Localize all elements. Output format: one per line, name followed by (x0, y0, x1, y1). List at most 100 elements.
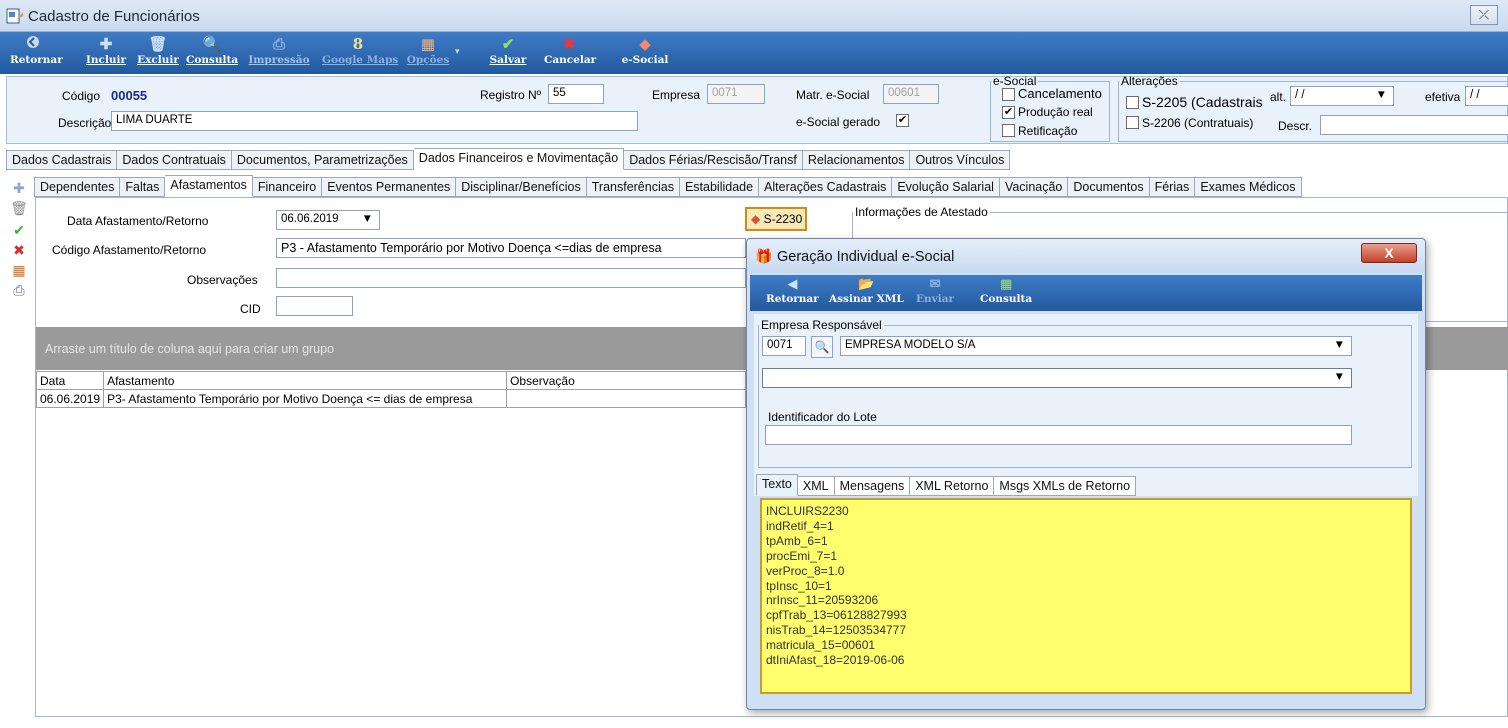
esocial-gerado-checkbox[interactable]: ✔ (896, 114, 909, 127)
subtab-alteracoes-cadastrais[interactable]: Alterações Cadastrais (759, 177, 893, 197)
excluir-button[interactable]: 🗑 Excluir (137, 34, 179, 72)
tab-dados-cadastrais[interactable]: Dados Cadastrais (6, 150, 118, 170)
tab-mensagens[interactable]: Mensagens (834, 476, 911, 496)
retornar-button[interactable]: Retornar (10, 34, 63, 72)
s2206-checkbox[interactable] (1126, 116, 1139, 129)
table-row[interactable]: 06.06.2019 P3- Afastamento Temporário po… (35, 389, 746, 408)
google-maps-icon: 8 (352, 35, 364, 53)
dialog-tab-row: Texto XML Mensagens XML Retorno Msgs XMLs de… (756, 474, 1137, 496)
tab-texto[interactable]: Texto (756, 474, 798, 496)
secondary-select[interactable]: ▼ (762, 368, 1352, 388)
text-line: procEmi_7=1 (766, 548, 838, 563)
text-line: indRetif_4=1 (766, 518, 834, 533)
subtab-documentos[interactable]: Documentos (1068, 177, 1150, 197)
subtab-exames-medicos[interactable]: Exames Médicos (1195, 177, 1302, 197)
cancelar-button[interactable]: ✖ Cancelar (544, 34, 596, 72)
grid-search-icon: ▦ (999, 277, 1013, 292)
plus-icon[interactable]: ✚ (10, 180, 28, 196)
close-window-button[interactable]: ⤫ (1470, 5, 1498, 25)
google-maps-button[interactable]: 8 Google Maps (322, 34, 398, 72)
descricao-label: Descrição (58, 116, 112, 130)
cid-input[interactable] (276, 296, 353, 316)
plus-icon: ✚ (99, 35, 113, 53)
tab-dados-ferias[interactable]: Dados Férias/Rescisão/Transf (624, 150, 803, 170)
column-header-afastamento[interactable]: Afastamento (103, 371, 508, 390)
assinar-xml-button[interactable]: 📂 Assinar XML (829, 277, 904, 305)
observacoes-input[interactable] (276, 268, 746, 288)
empresa-select[interactable]: EMPRESA MODELO S/A ▼ (840, 336, 1352, 356)
subtab-estabilidade[interactable]: Estabilidade (679, 177, 760, 197)
codigo-afastamento-input[interactable]: P3 - Afastamento Temporário por Motivo D… (276, 238, 746, 258)
salvar-button[interactable]: ✔ Salvar (488, 34, 528, 72)
options-grid-icon[interactable]: ▦ (10, 262, 28, 278)
chevron-down-icon: ▼ (361, 213, 373, 225)
tab-dados-financeiros[interactable]: Dados Financeiros e Movimentação (413, 148, 625, 170)
dialog-close-button[interactable]: X (1361, 243, 1417, 263)
tab-outros-vinculos[interactable]: Outros Vínculos (910, 150, 1011, 170)
descricao-input[interactable]: LIMA DUARTE (111, 111, 638, 131)
s2205-checkbox[interactable] (1126, 96, 1139, 109)
s2230-button[interactable]: ◆ S-2230 (745, 207, 807, 231)
identificador-lote-input[interactable] (765, 425, 1352, 445)
tab-msgs-xmls-retorno[interactable]: Msgs XMLs de Retorno (994, 476, 1137, 496)
dialog-retornar-button[interactable]: ◀ Retornar (766, 277, 819, 305)
registro-label: Registro Nº (480, 88, 542, 102)
column-header-data[interactable]: Data (35, 371, 105, 390)
subtab-dependentes[interactable]: Dependentes (34, 177, 121, 197)
text-line: matricula_15=00601 (766, 638, 876, 653)
retificacao-checkbox[interactable] (1002, 124, 1015, 137)
codigo-label: Código (62, 89, 101, 103)
chevron-down-icon: ▼ (1333, 339, 1345, 351)
producao-real-checkbox[interactable]: ✔ (1002, 106, 1015, 119)
incluir-button[interactable]: ✚ Incluir (86, 34, 126, 72)
codigo-value: 00055 (111, 88, 148, 103)
alt-date-input[interactable]: / / ▼ (1290, 86, 1394, 106)
search-empresa-button[interactable]: 🔍 (811, 336, 833, 358)
esocial-button[interactable]: ◆ e-Social (620, 34, 670, 72)
subtab-afastamentos[interactable]: Afastamentos (165, 175, 253, 197)
subtab-financeiro[interactable]: Financeiro (252, 177, 323, 197)
empresa-input[interactable]: 0071 (707, 84, 765, 104)
subtab-transferencias[interactable]: Transferências (586, 177, 680, 197)
close-icon: ⤫ (1478, 7, 1490, 22)
s2206-label: S-2206 (Contratuais) (1142, 116, 1254, 130)
tab-xml[interactable]: XML (797, 476, 835, 496)
tab-documentos-parametrizacoes[interactable]: Documentos, Parametrizações (231, 150, 414, 170)
column-header-observacao[interactable]: Observação (506, 371, 746, 390)
trash-icon: 🗑 (148, 35, 168, 53)
text-line: tpAmb_6=1 (766, 533, 828, 548)
subtab-ferias[interactable]: Férias (1149, 177, 1196, 197)
efetiva-date-input[interactable]: / / (1465, 86, 1508, 106)
subtab-disciplinar[interactable]: Disciplinar/Benefícios (456, 177, 587, 197)
app-icon (6, 8, 23, 24)
subtab-faltas[interactable]: Faltas (120, 177, 166, 197)
subtab-vacinacao[interactable]: Vacinação (999, 177, 1069, 197)
dialog-consulta-button[interactable]: ▦ Consulta (980, 277, 1032, 305)
search-icon: 🔍 (814, 340, 830, 354)
subtab-evolucao-salarial[interactable]: Evolução Salarial (892, 177, 1000, 197)
registro-input[interactable]: 55 (548, 84, 604, 104)
subtab-eventos-permanentes[interactable]: Eventos Permanentes (322, 177, 457, 197)
text-line: verProc_8=1.0 (766, 563, 845, 578)
cancelamento-checkbox[interactable] (1002, 88, 1015, 101)
texto-output-area[interactable]: INCLUIRS2230 indRetif_4=1 tpAmb_6=1 proc… (760, 498, 1412, 694)
checkmark-icon[interactable]: ✔ (10, 222, 28, 238)
empresa-code-input[interactable]: 0071 (762, 336, 806, 356)
impressao-button[interactable]: ⎙ Impressão (248, 34, 310, 72)
tab-dados-contratuais[interactable]: Dados Contratuais (117, 150, 232, 170)
grid-header-row: Data Afastamento Observação (35, 371, 746, 390)
data-afastamento-input[interactable]: 06.06.2019 ▼ (276, 210, 380, 230)
descr-input[interactable] (1320, 115, 1508, 135)
enviar-button[interactable]: ✉ Enviar (916, 277, 954, 305)
send-icon: ✉ (929, 277, 941, 292)
printer-icon[interactable]: ⎙ (10, 282, 28, 298)
tab-xml-retorno[interactable]: XML Retorno (910, 476, 995, 496)
opcoes-button[interactable]: ▦ Opções (404, 34, 452, 72)
opcoes-dropdown-arrow[interactable]: ▾ (455, 46, 460, 57)
x-icon[interactable]: ✖ (10, 242, 28, 258)
trash-icon[interactable]: 🗑 (10, 200, 28, 216)
checkmark-icon: ✔ (501, 35, 515, 53)
matr-esocial-input[interactable]: 00601 (883, 84, 939, 104)
tab-relacionamentos[interactable]: Relacionamentos (802, 150, 911, 170)
consulta-button[interactable]: 🔍 Consulta (186, 34, 238, 72)
